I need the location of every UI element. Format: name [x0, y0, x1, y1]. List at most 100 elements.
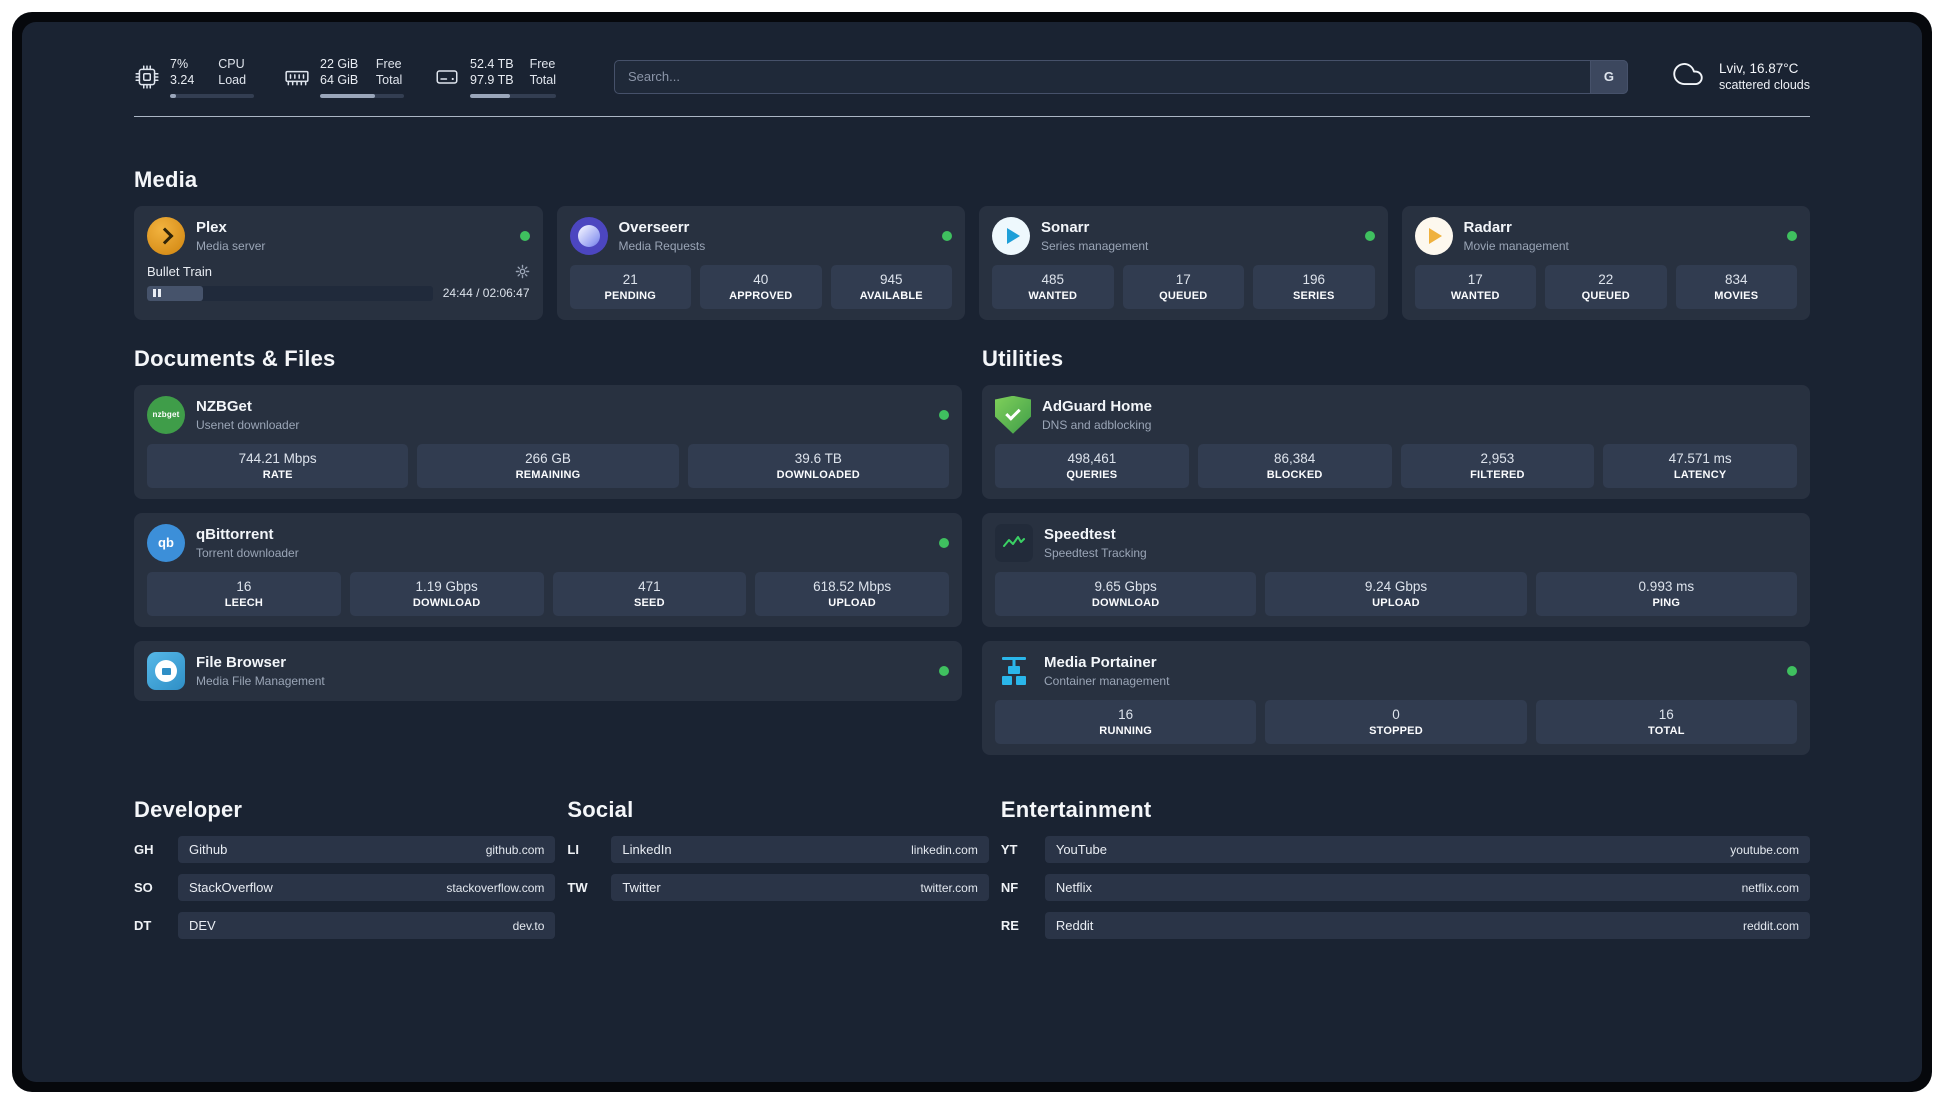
- app-card-nzbget[interactable]: nzbget NZBGet Usenet downloader 744.21 M…: [134, 384, 962, 499]
- bookmark-twitter[interactable]: TW Twitter twitter.com: [567, 874, 989, 902]
- bookmark-github[interactable]: GH Github github.com: [134, 836, 556, 864]
- stat-leech: 16 LEECH: [147, 571, 341, 617]
- disk-total-label: Total: [529, 73, 556, 88]
- header-divider: [134, 115, 1810, 117]
- bookmark-netflix[interactable]: NF Netflix netflix.com: [1001, 874, 1810, 902]
- app-subtitle: Torrent downloader: [196, 545, 299, 560]
- stat-downloaded: 39.6 TB DOWNLOADED: [687, 443, 949, 488]
- app-title: NZBGet: [196, 397, 252, 415]
- ram-progress-bar: [320, 93, 404, 98]
- cpu-metric: 7% CPU 3.24 Load: [134, 56, 254, 98]
- dashboard: 7% CPU 3.24 Load 22 GiB Free 64 GiB Tota…: [22, 22, 1922, 1082]
- ram-icon: [284, 64, 310, 90]
- stat-upload: 618.52 Mbps UPLOAD: [755, 571, 949, 617]
- app-card-sonarr[interactable]: Sonarr Series management 485 WANTED 17 Q…: [979, 205, 1388, 320]
- section-title-entertainment: Entertainment: [1000, 797, 1152, 823]
- app-subtitle: DNS and adblocking: [1042, 417, 1152, 432]
- adguard-icon: [995, 395, 1031, 434]
- section-title-media: Media: [134, 166, 198, 192]
- nzbget-icon: nzbget: [147, 395, 185, 434]
- disk-progress-bar: [470, 93, 556, 98]
- app-subtitle: Container management: [1044, 674, 1170, 689]
- stat-running: 16 RUNNING: [995, 700, 1257, 745]
- section-media: Media Plex Media server Bullet Train 24:…: [134, 167, 1810, 320]
- cpu-progress-bar: [170, 93, 254, 98]
- ram-total-value: 64 GiB: [320, 73, 359, 88]
- ram-metric: 22 GiB Free 64 GiB Total: [284, 56, 404, 98]
- search-engine-button[interactable]: G: [1589, 59, 1628, 94]
- bookmark-youtube[interactable]: YT YouTube youtube.com: [1001, 836, 1810, 864]
- stat-queued: 22 QUEUED: [1545, 264, 1667, 309]
- stat-download: 1.19 Gbps DOWNLOAD: [349, 571, 544, 617]
- bookmark-stackoverflow[interactable]: SO StackOverflow stackoverflow.com: [134, 874, 556, 902]
- ram-total-label: Total: [375, 73, 403, 88]
- cpu-usage-label: CPU: [218, 57, 245, 71]
- stat-remaining: 266 GB REMAINING: [417, 443, 679, 488]
- app-title: Media Portainer: [1044, 654, 1157, 672]
- filebrowser-icon: [147, 652, 185, 691]
- overseerr-icon: [569, 216, 608, 255]
- app-card-adguard[interactable]: AdGuard Home DNS and adblocking 498,461 …: [982, 384, 1810, 499]
- weather-condition: scattered clouds: [1718, 78, 1810, 93]
- app-title: Speedtest: [1044, 525, 1116, 543]
- bookmark-linkedin[interactable]: LI LinkedIn linkedin.com: [567, 836, 989, 864]
- bookmark-reddit[interactable]: RE Reddit reddit.com: [1001, 912, 1810, 940]
- qbittorrent-icon: qb: [147, 523, 185, 562]
- cpu-usage-value: 7%: [170, 57, 189, 71]
- header: 7% CPU 3.24 Load 22 GiB Free 64 GiB Tota…: [134, 42, 1810, 98]
- stat-upload: 9.24 Gbps UPLOAD: [1265, 571, 1527, 617]
- app-title: Overseerr: [618, 218, 690, 236]
- speedtest-icon: [995, 523, 1033, 562]
- app-card-portainer[interactable]: Media Portainer Container management 16 …: [982, 641, 1810, 756]
- cloud-icon: [1670, 59, 1706, 94]
- app-card-filebrowser[interactable]: File Browser Media File Management: [134, 641, 962, 702]
- app-subtitle: Speedtest Tracking: [1044, 545, 1147, 560]
- ram-free-value: 22 GiB: [320, 57, 359, 71]
- status-online-dot: [939, 537, 949, 548]
- app-card-overseerr[interactable]: Overseerr Media Requests 21 PENDING 40 A…: [556, 205, 965, 320]
- search-bar: G: [613, 59, 1628, 94]
- section-title-utilities: Utilities: [982, 345, 1064, 371]
- app-card-speedtest[interactable]: Speedtest Speedtest Tracking 9.65 Gbps D…: [982, 512, 1810, 628]
- disk-icon: [434, 64, 460, 90]
- bookmark-group-social: Social LI LinkedIn linkedin.com TW Twitt…: [567, 797, 989, 950]
- playback-progress-bar[interactable]: [147, 285, 433, 301]
- app-card-plex[interactable]: Plex Media server Bullet Train 24:44 / 0…: [134, 205, 543, 320]
- status-online-dot: [942, 230, 952, 241]
- bookmark-dev[interactable]: DT DEV dev.to: [134, 912, 556, 940]
- stat-series: 196 SERIES: [1253, 264, 1375, 309]
- now-playing-title: Bullet Train: [147, 263, 213, 279]
- stat-filtered: 2,953 FILTERED: [1400, 443, 1595, 488]
- cpu-icon: [134, 64, 160, 90]
- search-input[interactable]: [613, 59, 1628, 94]
- stat-movies: 834 MOVIES: [1675, 264, 1797, 309]
- stat-wanted: 17 WANTED: [1414, 264, 1536, 309]
- cpu-load-value: 3.24: [170, 73, 195, 88]
- section-utilities: Utilities AdGuard Home DNS and adblockin…: [982, 346, 1810, 756]
- pause-icon[interactable]: [153, 289, 161, 297]
- app-title: Plex: [196, 218, 227, 236]
- app-subtitle: Movie management: [1463, 238, 1569, 253]
- stat-latency: 47.571 ms LATENCY: [1603, 443, 1797, 488]
- app-card-qbittorrent[interactable]: qb qBittorrent Torrent downloader 16 LEE…: [134, 512, 962, 628]
- app-title: qBittorrent: [196, 525, 274, 543]
- app-subtitle: Usenet downloader: [196, 417, 300, 432]
- stat-total: 16 TOTAL: [1535, 700, 1797, 745]
- bookmark-group-entertainment: Entertainment YT YouTube youtube.com NF …: [1001, 797, 1810, 950]
- window-frame: 7% CPU 3.24 Load 22 GiB Free 64 GiB Tota…: [12, 12, 1932, 1092]
- stat-approved: 40 APPROVED: [700, 264, 822, 309]
- settings-icon[interactable]: [515, 264, 530, 279]
- stat-wanted: 485 WANTED: [992, 264, 1114, 309]
- app-subtitle: Series management: [1041, 238, 1149, 253]
- weather-location: Lviv, 16.87°C: [1718, 61, 1799, 77]
- status-online-dot: [1787, 230, 1797, 241]
- weather-widget: Lviv, 16.87°C scattered clouds: [1670, 59, 1810, 94]
- app-card-radarr[interactable]: Radarr Movie management 17 WANTED 22 QUE…: [1401, 205, 1810, 320]
- stat-blocked: 86,384 BLOCKED: [1197, 443, 1392, 488]
- disk-total-value: 97.9 TB: [470, 73, 514, 88]
- disk-free-label: Free: [529, 57, 556, 71]
- status-online-dot: [519, 230, 530, 241]
- bookmark-group-developer: Developer GH Github github.com SO StackO…: [134, 797, 556, 950]
- app-title: AdGuard Home: [1042, 397, 1153, 415]
- app-subtitle: Media File Management: [196, 674, 325, 689]
